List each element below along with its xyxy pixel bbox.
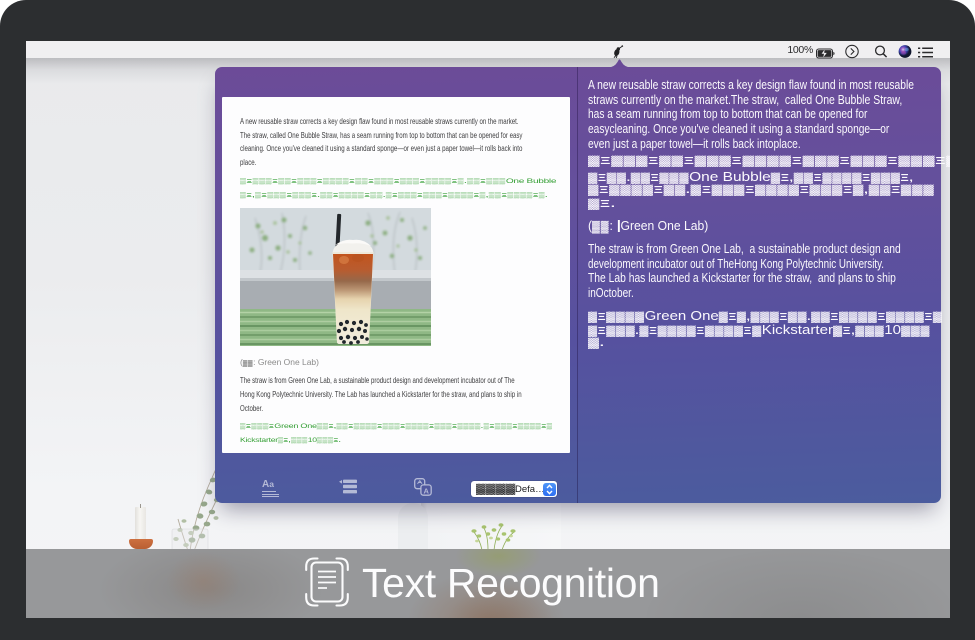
svg-text:A: A bbox=[424, 486, 430, 495]
